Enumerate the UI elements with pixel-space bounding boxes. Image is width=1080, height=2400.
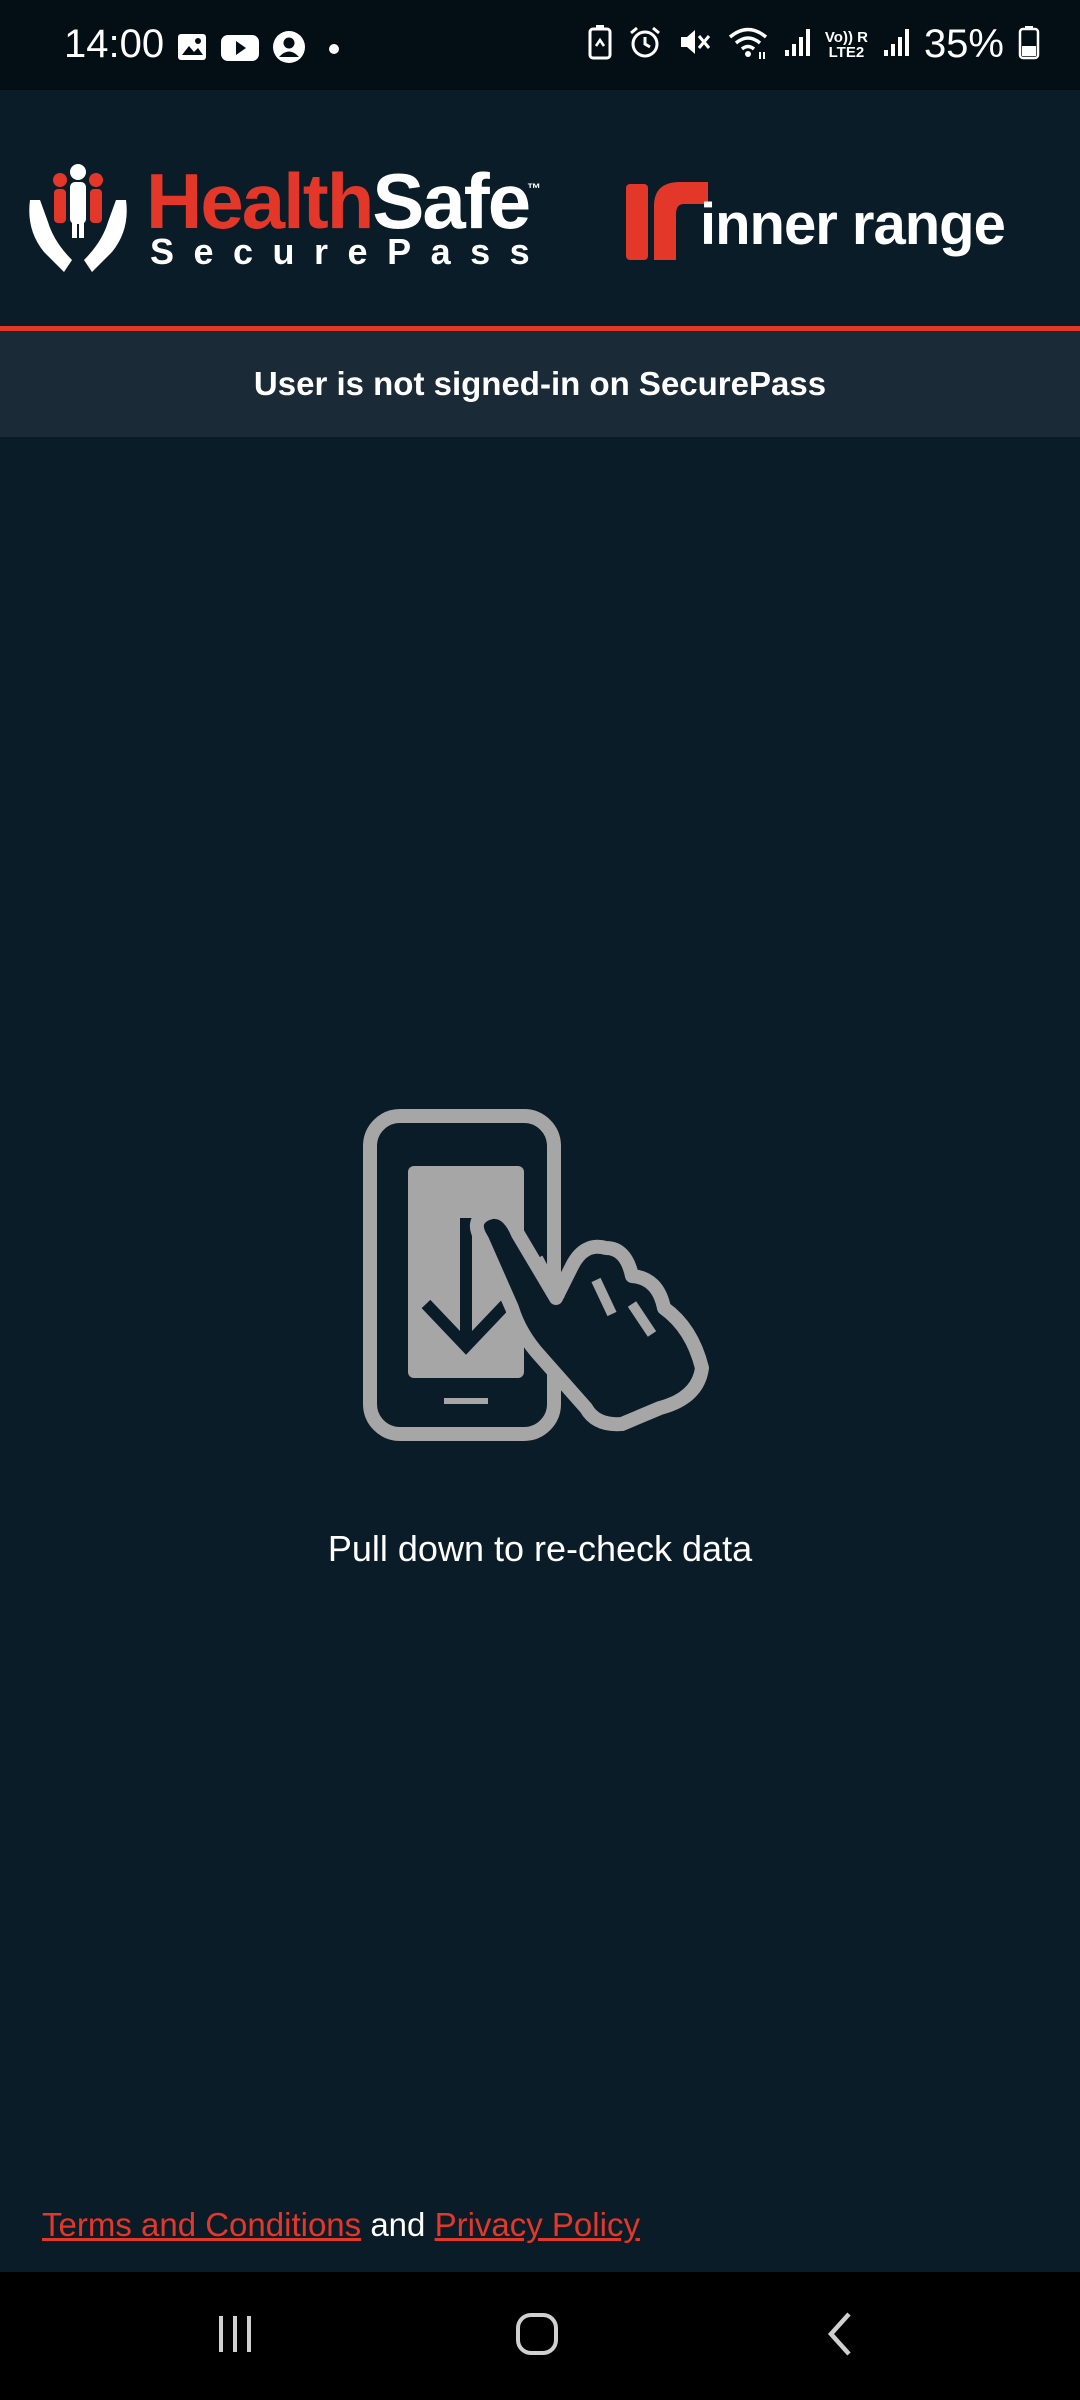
dot-icon bbox=[318, 31, 348, 68]
mute-icon bbox=[677, 24, 713, 65]
status-time: 14:00 bbox=[64, 22, 165, 66]
alarm-icon bbox=[627, 24, 663, 65]
healthsafe-brand: HealthSafe bbox=[146, 157, 531, 245]
youtube-icon bbox=[220, 31, 260, 68]
trademark-mark: ™ bbox=[527, 180, 541, 196]
home-icon bbox=[513, 2310, 561, 2363]
home-button[interactable] bbox=[467, 2272, 607, 2400]
signal-icon-2 bbox=[882, 24, 910, 65]
gallery-icon bbox=[176, 31, 208, 68]
terms-and-conditions-link[interactable]: Terms and Conditions bbox=[42, 2206, 361, 2243]
pull-to-refresh-hint: Pull down to re-check data bbox=[327, 1528, 753, 1569]
account-icon bbox=[272, 30, 306, 69]
recent-apps-icon bbox=[213, 2312, 257, 2361]
sign-in-status-banner: User is not signed-in on SecurePass bbox=[0, 331, 1080, 437]
healthsafe-hands-logo-icon bbox=[26, 160, 130, 285]
system-navigation-bar bbox=[0, 2272, 1080, 2400]
pull-down-phone-icon bbox=[360, 1108, 720, 1453]
status-bar: 14:00 Vo)) R LTE2 35% bbox=[0, 0, 1080, 90]
back-button[interactable] bbox=[771, 2272, 911, 2400]
battery-percent: 35% bbox=[923, 22, 1004, 66]
recent-apps-button[interactable] bbox=[165, 2272, 305, 2400]
wifi-icon bbox=[727, 24, 769, 65]
battery-saver-icon bbox=[587, 24, 613, 65]
status-left-icons bbox=[176, 30, 348, 69]
status-right-icons: Vo)) R LTE2 35% bbox=[587, 22, 1040, 67]
battery-icon bbox=[1018, 24, 1040, 65]
back-icon bbox=[821, 2310, 861, 2363]
privacy-policy-link[interactable]: Privacy Policy bbox=[435, 2206, 640, 2243]
inner-range-logo-icon bbox=[624, 176, 710, 265]
signal-icon bbox=[783, 24, 811, 65]
footer-and-text: and bbox=[370, 2206, 426, 2243]
securepass-subtitle: SecurePass bbox=[150, 231, 550, 272]
legal-footer: Terms and Conditions and Privacy Policy bbox=[42, 2206, 640, 2244]
inner-range-brand: inner range bbox=[700, 192, 1006, 257]
network-type-label: Vo)) R LTE2 bbox=[824, 28, 868, 61]
